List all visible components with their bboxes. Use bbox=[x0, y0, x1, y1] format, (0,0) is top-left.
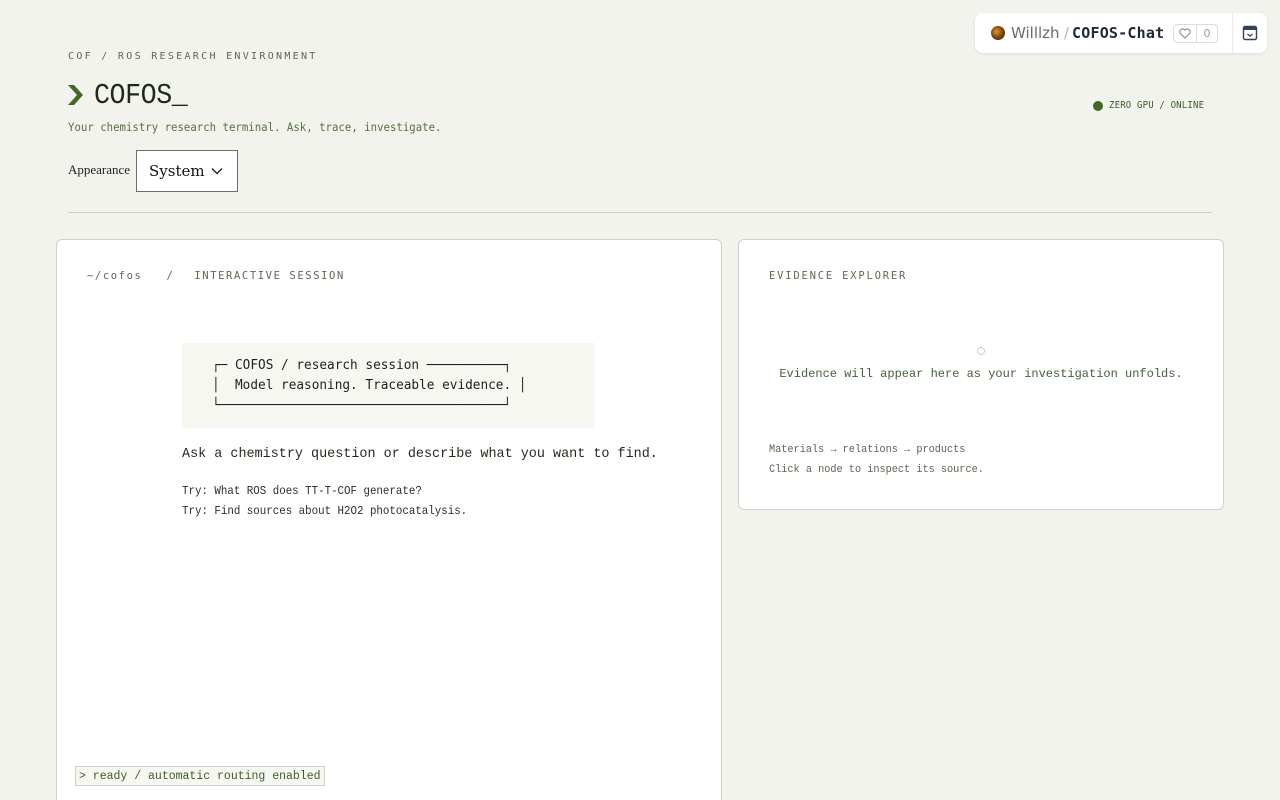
evidence-legend-flow: Materials → relations → products bbox=[769, 444, 966, 456]
loading-spinner-icon bbox=[977, 347, 985, 355]
embed-icon[interactable] bbox=[1242, 25, 1258, 41]
session-breadcrumb: ~/cofos / INTERACTIVE SESSION bbox=[87, 270, 345, 282]
status-indicator: ZERO GPU / ONLINE bbox=[1093, 100, 1215, 111]
chevron-down-icon bbox=[211, 168, 223, 175]
appearance-label: Appearance bbox=[68, 162, 131, 177]
space-name-link[interactable]: COFOS-Chat bbox=[1072, 24, 1164, 42]
session-path-root: ~/cofos bbox=[87, 270, 143, 282]
evidence-panel: EVIDENCE EXPLORER Evidence will appear h… bbox=[738, 239, 1224, 510]
appearance-select[interactable]: System bbox=[136, 150, 238, 192]
ascii-banner: ┌─ COFOS / research session ──────────┐ … bbox=[212, 358, 527, 413]
example-query-1[interactable]: Try: What ROS does TT-T-COF generate? bbox=[182, 484, 422, 498]
breadcrumb-eyebrow: COF / ROS RESEARCH ENVIRONMENT bbox=[68, 51, 318, 62]
status-dot-icon bbox=[1093, 100, 1103, 111]
example-query-2[interactable]: Try: Find sources about H2O2 photocataly… bbox=[182, 504, 467, 518]
heart-icon bbox=[1174, 25, 1197, 42]
session-status-line: > ready / automatic routing enabled bbox=[75, 766, 325, 786]
session-path-name: INTERACTIVE SESSION bbox=[194, 270, 345, 282]
space-header-chip: Willlzh / COFOS-Chat 0 bbox=[975, 13, 1267, 53]
space-path-separator: / bbox=[1064, 24, 1070, 42]
evidence-legend-hint: Click a node to inspect its source. bbox=[769, 464, 984, 476]
ascii-banner-box: ┌─ COFOS / research session ──────────┐ … bbox=[182, 343, 595, 428]
appearance-selected-value: System bbox=[149, 162, 205, 180]
chip-divider bbox=[1232, 13, 1233, 53]
like-count: 0 bbox=[1203, 27, 1211, 40]
session-path-sep: / bbox=[166, 270, 175, 282]
page-title-row: COFOS_ bbox=[67, 78, 195, 112]
space-owner-link[interactable]: Willlzh bbox=[1011, 24, 1060, 42]
status-text: ZERO GPU / ONLINE bbox=[1109, 100, 1205, 111]
evidence-empty-message: Evidence will appear here as your invest… bbox=[779, 367, 1183, 381]
owner-avatar[interactable] bbox=[991, 26, 1005, 40]
chevron-right-icon bbox=[68, 85, 83, 105]
session-panel: ~/cofos / INTERACTIVE SESSION ┌─ COFOS /… bbox=[56, 239, 722, 800]
header-divider bbox=[68, 212, 1212, 213]
session-prompt: Ask a chemistry question or describe wha… bbox=[182, 446, 658, 462]
like-button[interactable]: 0 bbox=[1173, 24, 1218, 43]
page-tagline: Your chemistry research terminal. Ask, t… bbox=[68, 120, 442, 134]
page-title: COFOS_ bbox=[94, 78, 188, 112]
evidence-title: EVIDENCE EXPLORER bbox=[769, 270, 908, 282]
